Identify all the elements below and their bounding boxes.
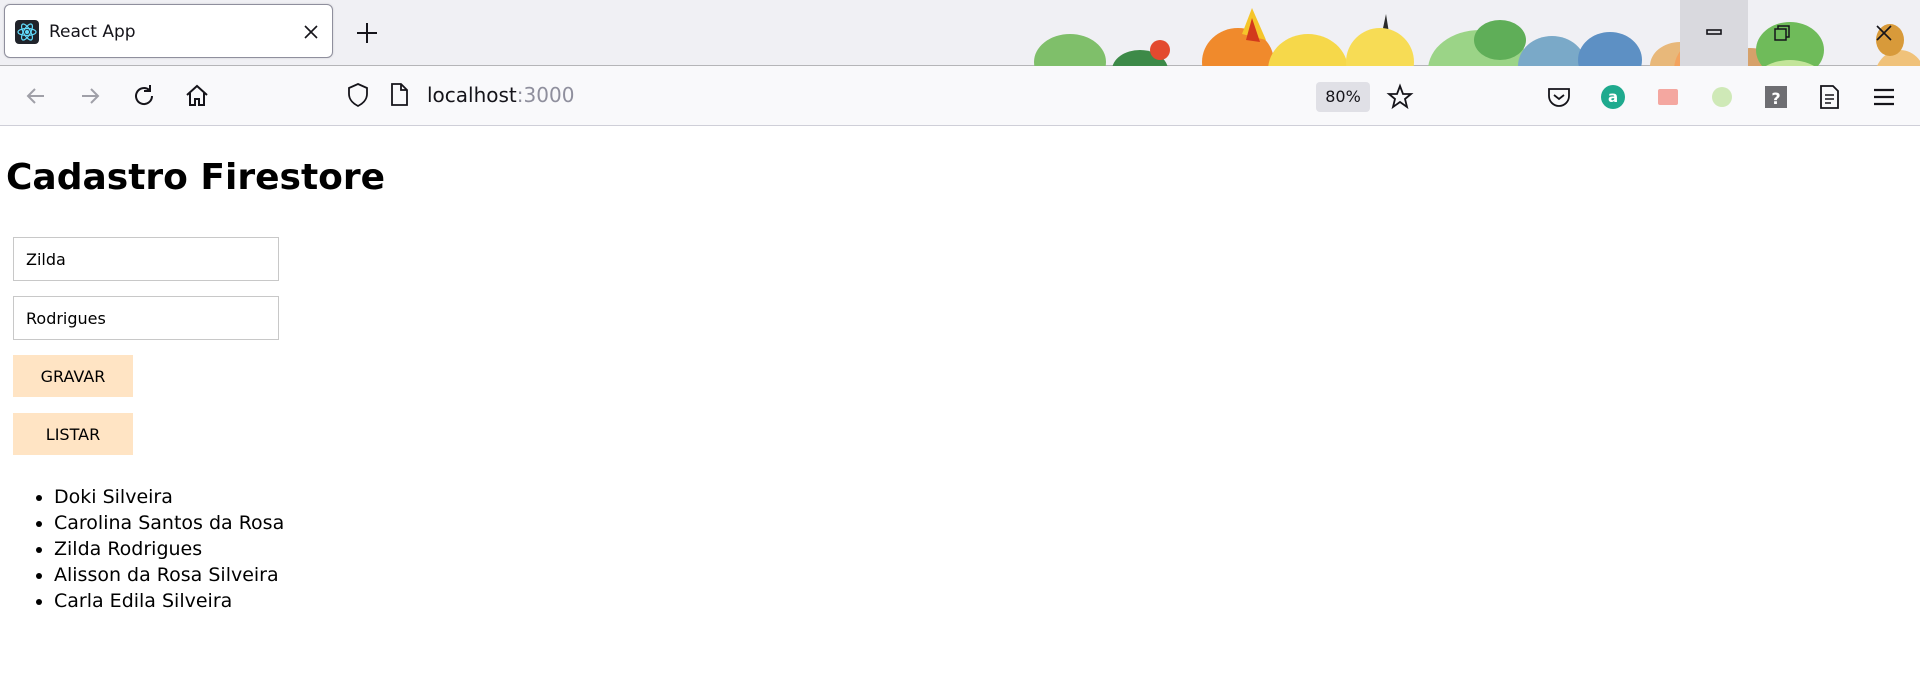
shield-icon[interactable] (346, 82, 370, 112)
list-item: Carolina Santos da Rosa (54, 510, 284, 536)
list-item: Carla Edila Silveira (54, 588, 284, 614)
extension-a-icon[interactable]: a (1599, 83, 1627, 111)
list-item: Zilda Rodrigues (54, 536, 284, 562)
save-button[interactable]: GRAVAR (13, 355, 133, 397)
minimize-button[interactable] (1680, 0, 1748, 66)
close-tab-icon[interactable] (301, 22, 321, 42)
restore-button[interactable] (1748, 0, 1816, 66)
arrow-right-icon[interactable] (76, 82, 104, 110)
page-content: Cadastro Firestore GRAVAR LISTAR Doki Si… (0, 126, 1920, 682)
list-button[interactable]: LISTAR (13, 413, 133, 455)
minimize-icon (1706, 29, 1722, 35)
zoom-level-badge[interactable]: 80% (1316, 82, 1370, 112)
home-icon[interactable] (183, 82, 211, 110)
url-port: :3000 (516, 83, 575, 107)
close-icon (1876, 25, 1892, 41)
page-title: Cadastro Firestore (6, 157, 386, 198)
navigation-toolbar: localhost:3000 80% a ? (0, 66, 1920, 126)
first-name-input[interactable] (13, 237, 279, 281)
help-extension-icon[interactable]: ? (1762, 83, 1790, 111)
pocket-icon[interactable] (1545, 83, 1573, 111)
extension-icon[interactable] (1708, 83, 1736, 111)
tab-strip: React App (0, 0, 1920, 126)
reload-icon[interactable] (130, 82, 158, 110)
last-name-input[interactable] (13, 296, 279, 340)
arrow-left-icon[interactable] (22, 82, 50, 110)
star-icon[interactable] (1386, 83, 1414, 111)
svg-text:?: ? (1771, 89, 1780, 108)
menu-icon[interactable] (1870, 83, 1898, 111)
url-bar[interactable]: localhost:3000 (334, 74, 1424, 116)
page-icon[interactable] (388, 82, 410, 112)
plus-icon[interactable] (354, 20, 380, 46)
names-list: Doki Silveira Carolina Santos da Rosa Zi… (0, 484, 284, 614)
restore-icon (1774, 25, 1790, 41)
url-text[interactable]: localhost:3000 (427, 83, 574, 107)
browser-tab[interactable]: React App (4, 4, 333, 58)
close-window-button[interactable] (1850, 0, 1918, 66)
react-logo-icon (15, 20, 39, 44)
svg-text:a: a (1608, 88, 1618, 106)
tab-title: React App (49, 22, 136, 42)
list-item: Doki Silveira (54, 484, 284, 510)
list-item: Alisson da Rosa Silveira (54, 562, 284, 588)
url-host: localhost (427, 83, 517, 107)
reader-icon[interactable] (1815, 83, 1843, 111)
extension-icon[interactable] (1654, 83, 1682, 111)
